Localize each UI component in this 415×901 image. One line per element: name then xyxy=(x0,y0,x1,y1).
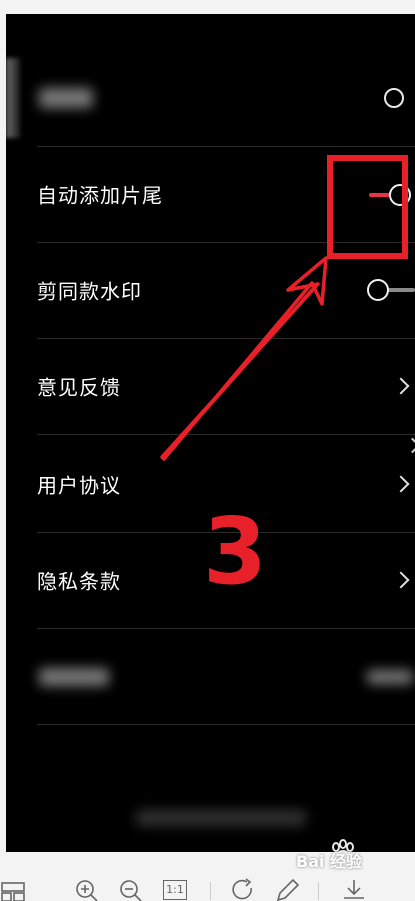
blurred-label xyxy=(39,668,109,686)
zoom-out-icon[interactable] xyxy=(118,878,144,901)
row-label: 用户协议 xyxy=(37,473,121,498)
grid-layout-icon[interactable] xyxy=(0,882,26,901)
toolbar-divider xyxy=(318,882,319,900)
screenshot-viewer: 自动添加片尾 剪同款水印 意见反馈 用户协议 隐私条款 3 Bai 经验 1:1 xyxy=(0,0,415,901)
actual-size-icon[interactable]: 1:1 xyxy=(163,880,187,900)
row-label: 自动添加片尾 xyxy=(37,183,163,208)
chevron-right-icon xyxy=(392,571,410,589)
toggle-track xyxy=(385,288,415,292)
settings-row-feedback[interactable]: 意见反馈 xyxy=(37,338,415,435)
settings-row-auto-add-ending[interactable]: 自动添加片尾 xyxy=(37,146,415,243)
settings-row-remove-watermark[interactable]: 剪同款水印 xyxy=(37,242,415,339)
edit-pen-icon[interactable] xyxy=(274,878,300,901)
blurred-label xyxy=(39,88,93,108)
download-icon[interactable] xyxy=(341,878,367,901)
row-label: 剪同款水印 xyxy=(37,279,142,304)
settings-row-blurred-bottom[interactable] xyxy=(37,628,415,725)
toggle-knob xyxy=(389,184,411,206)
settings-row-blurred[interactable] xyxy=(37,50,415,147)
toggle-knob xyxy=(367,279,389,301)
radio-button[interactable] xyxy=(384,88,404,108)
settings-row-privacy-terms[interactable]: 隐私条款 xyxy=(37,532,415,629)
chevron-right-icon xyxy=(392,475,410,493)
blurred-edge xyxy=(6,58,20,138)
rotate-icon[interactable] xyxy=(231,878,257,901)
phone-screen: 自动添加片尾 剪同款水印 意见反馈 用户协议 隐私条款 xyxy=(6,14,415,852)
auto-add-ending-toggle[interactable] xyxy=(369,183,415,207)
zoom-in-icon[interactable] xyxy=(74,878,100,901)
settings-row-user-agreement[interactable]: 用户协议 xyxy=(37,436,415,533)
row-label: 隐私条款 xyxy=(37,569,121,594)
blurred-bottom-button[interactable] xyxy=(136,810,306,826)
blurred-value xyxy=(367,670,413,684)
remove-watermark-toggle[interactable] xyxy=(367,278,415,302)
row-label: 意见反馈 xyxy=(37,375,121,400)
viewer-toolbar: 1:1 xyxy=(0,862,415,901)
chevron-right-icon xyxy=(392,377,410,395)
toolbar-divider xyxy=(210,882,211,900)
